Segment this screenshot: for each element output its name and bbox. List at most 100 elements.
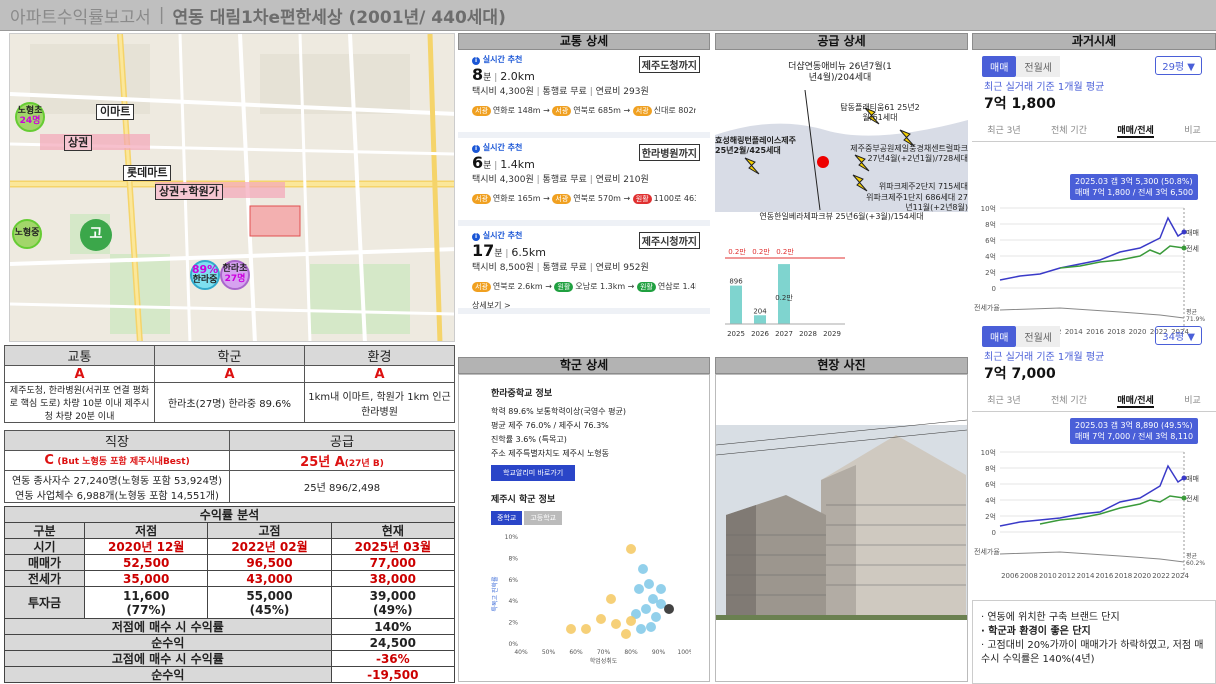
table-row: 전세가 35,000 43,000 38,000 <box>4 570 456 587</box>
map-label-emart: 이마트 <box>96 104 135 120</box>
price-subtitle: 최근 실거래 기준 1개월 평균 <box>984 82 1105 93</box>
school-circle-elem: 노형초 24명 <box>15 102 45 132</box>
location-map[interactable]: 이마트 상권 롯데마트 상권+학원가 노형초 24명 노형중 고 89% 한라중 한… <box>9 33 455 342</box>
site-photo <box>715 374 968 682</box>
supply-bar-label: 896 <box>729 278 743 286</box>
route-item[interactable]: i 실시간 추천 제주도청까지 8분 | 2.0km 택시비 4,300원 | … <box>458 50 710 138</box>
y-tick: 2억 <box>985 513 996 521</box>
supply-x-tick: 2026 <box>751 330 769 338</box>
profit-title: 수익률 분석 <box>4 506 455 523</box>
tab-3years[interactable]: 최근 3년 <box>987 393 1020 408</box>
supply-bar-label: 204 <box>753 307 767 315</box>
route-destination: 제주시청까지 <box>638 232 700 249</box>
info-icon: i <box>472 233 480 241</box>
supply-bar-chart: 0.2만 0.2만 0.2만 896 2025 204 2026 2027 2028 2029 0.… <box>725 247 845 338</box>
scatter-point <box>641 604 651 614</box>
y-tick: 10억 <box>981 205 996 213</box>
scatter-y-tick: 6% <box>508 577 518 584</box>
tab-all[interactable]: 전체 기간 <box>1051 393 1087 408</box>
series-label-rent: 전세 <box>1186 244 1199 253</box>
y-tick: 4억 <box>985 497 996 505</box>
grade-desc-env: 1km내 이마트, 학원가 1km 인근 한라병원 <box>304 382 455 423</box>
tab-3years[interactable]: 최근 3년 <box>987 123 1020 138</box>
supply-label-7: 연동한일베라체파크뷰 25년6월(+3월)/154세대 <box>759 212 924 221</box>
sale-line <box>999 464 1185 527</box>
scatter-point <box>626 616 636 626</box>
report-header: 아파트수익률보고서 | 연동 대림1차e편한세상 (2001년/ 440세대) <box>0 0 1216 31</box>
scatter-x-label: 학업성취도 <box>590 657 618 664</box>
supply-label-4: 제주중부공원제일풍경채센트럴파크 27년4월(+2년1월)/728세대 <box>850 144 968 163</box>
x-tick: 2018 <box>1114 572 1132 580</box>
scatter-point <box>621 629 631 639</box>
avg-label: 평균 <box>1186 308 1198 316</box>
period-tabs: 최근 3년 전체 기간 매매/전세 비교 <box>972 123 1216 142</box>
route-item[interactable]: i 실시간 추천 제주시청까지 17분 | 6.5km 택시비 8,500원 |… <box>458 226 710 314</box>
tab-sale[interactable]: 매매 <box>982 56 1017 77</box>
schoolinfo-button[interactable]: 학교알리미 바로가기 <box>491 465 576 481</box>
ratio-line <box>999 307 1185 319</box>
tab-sale[interactable]: 매매 <box>982 326 1017 347</box>
y-tick: 2억 <box>985 269 996 277</box>
tab-high-school[interactable]: 고등학교 <box>524 511 563 525</box>
tab-sale-rent[interactable]: 매매/전세 <box>1117 393 1154 408</box>
school-scatter: 10% 8% 6% 4% 2% 0%40% 50% 60% 70% 80% 90% 100% 학업성취도… <box>491 534 695 665</box>
price-block-29: 매매 전월세 29평 ▼ 최근 실거래 기준 1개월 평균 7억 1,800 최근 … <box>972 50 1216 336</box>
route-path: 서광연화로 165m → 서광연북로 570m → 원활1100로 463m <box>472 193 696 204</box>
supply-top-label: 0.2만 <box>776 247 794 256</box>
tab-compare[interactable]: 비교 <box>1184 123 1201 138</box>
tab-rent[interactable]: 전월세 <box>1016 56 1061 77</box>
grade-desc-supply: 25년 896/2,498 <box>229 470 455 503</box>
photo-panel-title: 현장 사진 <box>715 357 968 374</box>
tab-compare[interactable]: 비교 <box>1184 393 1201 408</box>
grade-supply: 25년 A(27년 B) <box>229 450 455 471</box>
scatter-point <box>606 594 616 604</box>
ratio-label: 전세가율 <box>974 547 1000 556</box>
supply-top-label: 0.2만 <box>752 247 770 256</box>
scatter-point <box>644 579 654 589</box>
route-path: 서광연화로 148m → 서광연북로 685m → 서광신대로 802m <box>472 105 696 116</box>
traffic-pill: 서광 <box>632 106 652 116</box>
scatter-point <box>581 624 591 634</box>
y-tick: 6억 <box>985 237 996 245</box>
info-icon: i <box>472 145 480 153</box>
title-separator: | <box>158 5 165 25</box>
area-select[interactable]: 29평 ▼ <box>1155 56 1202 75</box>
scatter-point <box>656 584 666 594</box>
scatter-y-tick: 8% <box>508 555 518 562</box>
school-panel: 학군 상세 한라중학교 정보 학력 89.6% 보통학력이상(국영수 평균) 평… <box>458 357 710 682</box>
tab-all[interactable]: 전체 기간 <box>1051 123 1087 138</box>
tab-middle-school[interactable]: 중학교 <box>491 511 523 525</box>
supply-x-tick: 2028 <box>799 330 817 338</box>
table-row: 매매가 52,500 96,500 77,000 <box>4 554 456 571</box>
scatter-x-tick: 100% <box>677 649 691 656</box>
info-icon: i <box>472 57 480 65</box>
avg-value: 60.2% <box>1186 560 1205 567</box>
grade-transport: A <box>4 365 155 383</box>
supply-label-2: 탐동플래티움61 25년2월/61세대 <box>840 103 920 122</box>
more-link[interactable]: 상세보기 > <box>472 300 696 311</box>
traffic-pill: 서광 <box>472 194 491 204</box>
school-tabs: 중학교 고등학교 <box>491 511 699 525</box>
y-tick: 6억 <box>985 481 996 489</box>
price-tooltip: 2025.03 갭 3억 5,300 (50.8%) 매매 7억 1,800 / … <box>1070 174 1199 200</box>
y-tick: 0 <box>992 285 996 293</box>
app-title: 아파트수익률보고서 <box>10 7 151 28</box>
grade-desc-transport: 제주도청, 한라병원(서귀포 연결 평화로 핵심 도로) 차량 10분 이내 제… <box>4 382 155 423</box>
price-chart: 10억8억6억4억2억0매매전세전세가율평균60.2%2006 2008 2010 2… <box>974 449 1205 580</box>
tab-sale-rent[interactable]: 매매/전세 <box>1117 123 1154 138</box>
scatter-point <box>651 612 661 622</box>
grade-table-1: 교통 학군 환경 AAA 제주도청, 한라병원(서귀포 연결 평화로 핵심 도로) … <box>4 345 455 423</box>
ratio-line <box>999 551 1185 563</box>
route-item[interactable]: i 실시간 추천 한라병원까지 6분 | 1.4km 택시비 4,300원 | … <box>458 138 710 226</box>
x-tick: 2024 <box>1171 572 1189 580</box>
x-tick: 2006 <box>1001 572 1019 580</box>
area-select[interactable]: 34평 ▼ <box>1155 326 1202 345</box>
price-panel-title: 과거시세 <box>972 33 1216 50</box>
tab-rent[interactable]: 전월세 <box>1016 326 1061 347</box>
grade-desc-job: 연동 종사자수 27,240명(노형동 포함 53,924명) 연동 사업체수 6… <box>4 470 230 503</box>
scatter-point <box>626 544 636 554</box>
y-tick: 10억 <box>981 449 996 457</box>
grade-desc-school: 한라초(27명) 한라중 89.6% <box>154 382 305 423</box>
supply-label-6: 위파크제주1단지 686세대 27년11월(+2년8월) <box>866 193 968 212</box>
grade-header-env: 환경 <box>304 345 455 366</box>
